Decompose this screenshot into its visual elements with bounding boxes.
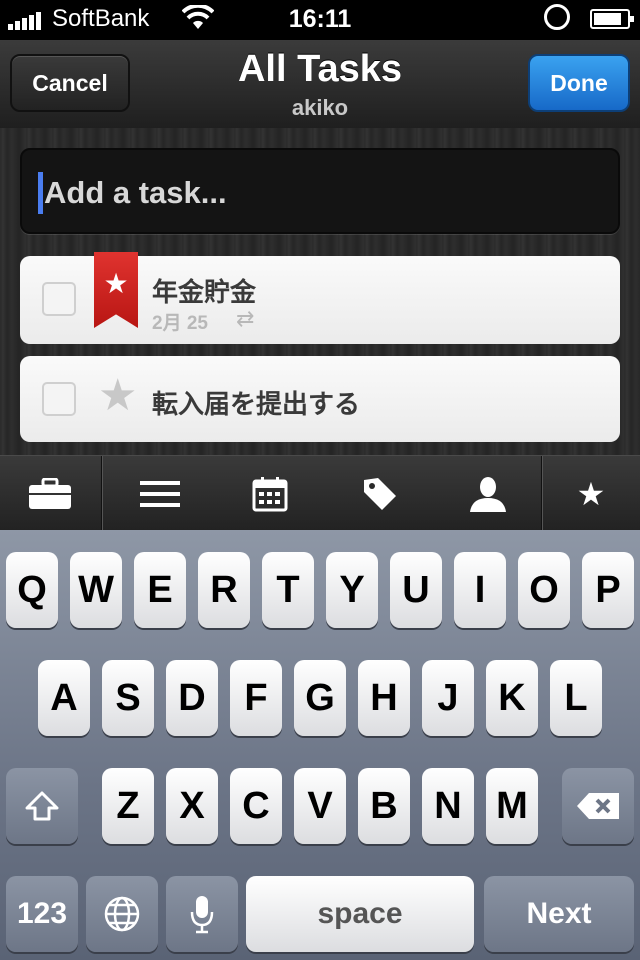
tag-icon[interactable] <box>330 456 430 531</box>
key-v[interactable]: V <box>294 768 346 844</box>
add-task-input[interactable] <box>42 166 606 220</box>
key-w[interactable]: W <box>70 552 122 628</box>
cancel-button[interactable]: Cancel <box>10 54 130 112</box>
status-bar: SoftBank 16:11 <box>0 0 640 40</box>
task-title: 年金貯金 <box>152 277 257 307</box>
task-title: 転入届を提出する <box>152 389 361 419</box>
key-p[interactable]: P <box>582 552 634 628</box>
star-ribbon-icon[interactable]: ★ <box>94 252 138 328</box>
page-subtitle: akiko <box>291 95 349 120</box>
bottom-toolbar: ★ <box>0 455 640 531</box>
microphone-icon[interactable] <box>166 876 238 952</box>
key-u[interactable]: U <box>390 552 442 628</box>
numbers-key[interactable]: 123 <box>6 876 78 952</box>
battery-icon <box>590 9 634 29</box>
rotation-lock-icon <box>544 4 570 30</box>
key-d[interactable]: D <box>166 660 218 736</box>
key-n[interactable]: N <box>422 768 474 844</box>
key-y[interactable]: Y <box>326 552 378 628</box>
key-j[interactable]: J <box>422 660 474 736</box>
key-h[interactable]: H <box>358 660 410 736</box>
globe-icon[interactable] <box>86 876 158 952</box>
key-i[interactable]: I <box>454 552 506 628</box>
list-icon[interactable] <box>110 456 210 531</box>
key-l[interactable]: L <box>550 660 602 736</box>
navigation-bar: Cancel All Tasks akiko Done <box>0 40 640 129</box>
key-q[interactable]: Q <box>6 552 58 628</box>
task-item[interactable]: ★ 年金貯金 2月 25 ⇄ <box>20 252 620 344</box>
key-a[interactable]: A <box>38 660 90 736</box>
task-checkbox[interactable] <box>42 282 76 316</box>
key-c[interactable]: C <box>230 768 282 844</box>
key-f[interactable]: F <box>230 660 282 736</box>
key-x[interactable]: X <box>166 768 218 844</box>
key-s[interactable]: S <box>102 660 154 736</box>
star-icon[interactable]: ★ <box>98 374 137 418</box>
delete-key[interactable] <box>562 768 634 844</box>
keyboard: QWERTYUIOP ASDFGHJKL ZXCVBNM 123 space N… <box>0 530 640 960</box>
task-due-date: 2月 25 <box>152 313 208 334</box>
add-task-field[interactable] <box>20 148 620 234</box>
key-g[interactable]: G <box>294 660 346 736</box>
space-key[interactable]: space <box>246 876 474 952</box>
task-checkbox[interactable] <box>42 382 76 416</box>
person-icon[interactable] <box>438 456 538 531</box>
key-o[interactable]: O <box>518 552 570 628</box>
star-icon[interactable]: ★ <box>542 456 640 531</box>
key-b[interactable]: B <box>358 768 410 844</box>
next-key[interactable]: Next <box>484 876 634 952</box>
calendar-icon[interactable] <box>220 456 320 531</box>
key-r[interactable]: R <box>198 552 250 628</box>
key-m[interactable]: M <box>486 768 538 844</box>
key-z[interactable]: Z <box>102 768 154 844</box>
briefcase-icon[interactable] <box>0 456 100 531</box>
done-button[interactable]: Done <box>528 54 630 112</box>
task-list-area: ★ 年金貯金 2月 25 ⇄ ★ 転入届を提出する <box>0 128 640 455</box>
task-item[interactable]: ★ 転入届を提出する <box>20 356 620 442</box>
key-t[interactable]: T <box>262 552 314 628</box>
repeat-icon: ⇄ <box>236 306 255 331</box>
shift-key[interactable] <box>6 768 78 844</box>
key-e[interactable]: E <box>134 552 186 628</box>
page-title: All Tasks <box>237 48 403 90</box>
key-k[interactable]: K <box>486 660 538 736</box>
